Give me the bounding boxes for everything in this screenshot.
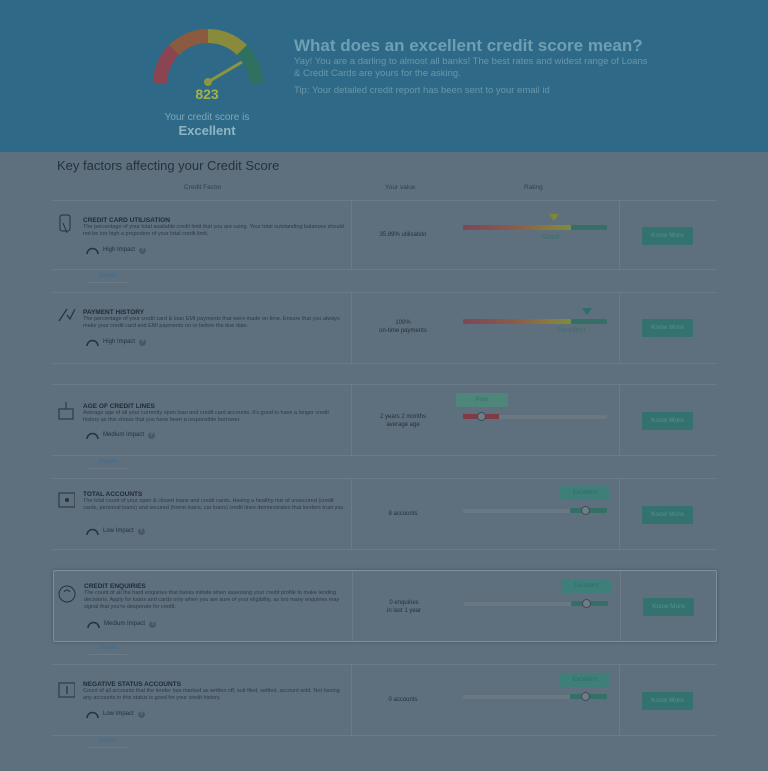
rating-pill: Excellent [560,486,610,500]
factor-title: TOTAL ACCOUNTS [83,491,143,498]
details-toggle[interactable]: Details [88,734,128,748]
value-line-2: average age [386,422,420,428]
impact-label: Medium Impact [104,621,146,627]
impact-label: Low Impact [103,711,134,717]
info-icon[interactable]: ? [137,527,145,535]
factor-card-credit-enquiries: CREDIT ENQUIRIES The count of all the ha… [53,570,717,642]
page-headline: What does an excellent credit score mean… [294,36,643,55]
impact-label: High Impact [103,247,136,253]
section-title: Key factors affecting your Credit Score [57,158,280,173]
factor-card-payment-history: PAYMENT HISTORY The percentage of your c… [53,292,717,364]
factor-description: Average age of all your currently open l… [83,410,329,423]
value-line-1: 0 enquiries [389,600,419,606]
value-line-1: 100% [395,320,411,326]
speedometer-icon [86,339,99,346]
factor-value: 35.89% utilisation [379,232,427,238]
column-header-rating: Rating [524,184,543,191]
rating-knob [581,692,590,701]
speedometer-icon [86,247,99,254]
details-toggle[interactable]: Details [88,269,128,283]
pen-check-icon [58,308,75,322]
info-icon[interactable]: ? [148,431,156,439]
factor-title: PAYMENT HISTORY [83,309,145,316]
know-more-button[interactable]: Know More [642,412,693,430]
factor-description: The count of all the hard enquiries that… [84,590,340,610]
enquiry-icon [58,585,76,603]
rating-marker [549,214,559,221]
impact-indicator: Low Impact ? [86,526,145,536]
rating-pill: Poor [456,393,508,407]
know-more-button[interactable]: Know More [642,506,693,524]
impact-indicator: High Impact ? [86,245,147,255]
factor-card-age-of-credit-lines: AGE OF CREDIT LINES Average age of all y… [53,384,717,456]
negative-status-icon [58,682,75,698]
rating-bar [463,319,607,324]
rating-knob [581,506,590,515]
rating-bar [463,225,607,230]
factor-value: 8 accounts [388,511,418,517]
value-line-2: in last 1 year [386,608,422,614]
column-header-value: Your value [385,184,416,191]
rating-marker [582,308,592,315]
impact-indicator: Medium Impact ? [86,430,156,440]
column-header-factor: Credit Factor [184,184,222,191]
speedometer-icon [87,621,100,628]
cake-icon [58,402,74,420]
factor-description: The total count of your open & closed lo… [83,498,345,511]
credit-score-value: 823 [195,86,219,102]
info-icon[interactable]: ? [139,338,147,346]
headline-description: Yay! You are a darling to almost all ban… [294,56,648,79]
speedometer-icon [86,528,99,535]
score-banner: 823 Your credit score is Excellent What … [0,0,768,152]
impact-label: Low Impact [103,528,134,534]
rating-pill: Excellent [561,579,611,593]
factor-value: 0 accounts [388,697,418,703]
impact-indicator: High Impact ? [86,337,147,347]
factor-card-negative-status-accounts: NEGATIVE STATUS ACCOUNTS Count of all ac… [53,664,717,736]
factor-value: 0 enquiries in last 1 year [354,599,454,615]
know-more-button[interactable]: Know More [642,319,693,337]
tip-text: Tip: Your detailed credit report has bee… [294,85,550,96]
details-toggle[interactable]: Details [88,641,128,655]
impact-label: Medium Impact [103,432,145,438]
rating-label: Excellent [557,327,586,334]
rating-knob [582,599,591,608]
card-hand-icon [59,214,71,234]
credit-score-level: Excellent [178,123,236,138]
rating-pill: Excellent [560,673,610,687]
factor-title: NEGATIVE STATUS ACCOUNTS [83,681,181,688]
impact-indicator: Low Impact ? [86,709,145,719]
factor-value: 100% on-time payments [353,319,453,335]
impact-label: High Impact [103,339,136,345]
rating-label: Good [542,234,560,241]
factor-card-total-accounts: TOTAL ACCOUNTS The total count of your o… [53,478,717,550]
speedometer-icon [86,432,99,439]
know-more-button[interactable]: Know More [642,227,693,245]
factor-card-credit-card-utilisation: CREDIT CARD UTILISATION The percentage o… [53,200,717,270]
factor-description: The percentage of your total available c… [83,224,344,237]
speedometer-icon [86,711,99,718]
rating-knob [477,412,486,421]
info-icon[interactable]: ? [149,620,157,628]
credit-score-caption: Your credit score is [164,112,250,123]
know-more-button[interactable]: Know More [642,692,693,710]
value-line-2: on-time payments [379,328,427,334]
factor-description: The percentage of your credit card & loa… [83,316,340,329]
factor-value: 2 years 2 months average age [353,413,453,429]
factor-title: CREDIT CARD UTILISATION [83,217,170,224]
factor-description: Count of all accounts that the lender ha… [83,688,340,701]
know-more-button[interactable]: Know More [643,598,694,616]
info-icon[interactable]: ? [137,710,145,718]
factor-title: CREDIT ENQUIRIES [84,583,146,590]
impact-indicator: Medium Impact ? [87,619,157,629]
accounts-icon [58,492,75,508]
details-toggle[interactable]: Details [88,455,128,469]
factor-title: AGE OF CREDIT LINES [83,403,155,410]
value-line-1: 2 years 2 months [379,414,427,420]
info-icon[interactable]: ? [139,246,147,254]
